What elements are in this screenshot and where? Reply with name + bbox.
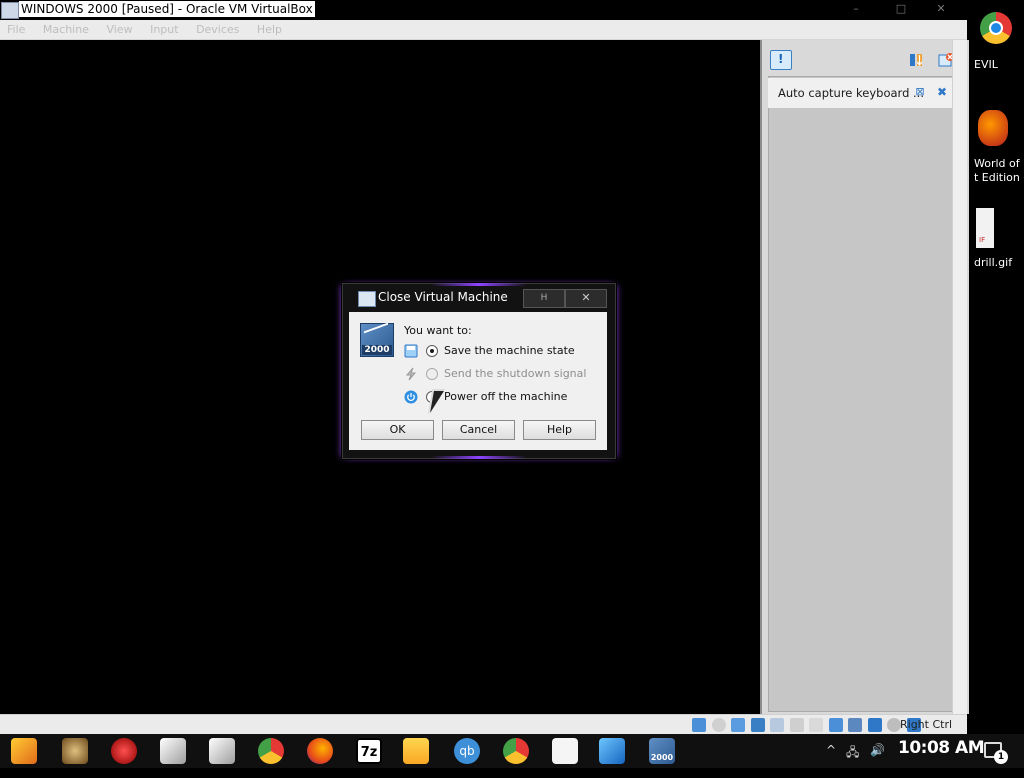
close-icon[interactable]: ✖ xyxy=(936,86,948,98)
maximize-button[interactable]: □ xyxy=(891,2,911,16)
start-menu-icon[interactable] xyxy=(11,738,37,764)
game-icon[interactable] xyxy=(978,110,1008,146)
firefox-icon[interactable] xyxy=(307,738,333,764)
menu-machine[interactable]: Machine xyxy=(36,20,96,39)
app-icon[interactable] xyxy=(111,738,137,764)
system-clock[interactable]: 10:08 AM xyxy=(898,738,985,758)
hard-disk-icon[interactable] xyxy=(692,718,706,732)
menu-bar: File Machine View Input Devices Help xyxy=(0,20,967,40)
chrome-icon[interactable] xyxy=(980,12,1012,44)
volume-icon[interactable]: 🔊 xyxy=(870,743,885,757)
dialog-prompt: You want to: xyxy=(404,324,472,337)
virtualbox-icon[interactable] xyxy=(599,738,625,764)
vm-window-icon[interactable]: 2000 xyxy=(649,738,675,764)
desktop-label-edition[interactable]: t Edition xyxy=(974,171,1020,184)
close-vm-dialog: Close Virtual Machine H ✕ 2000 You want … xyxy=(342,283,616,459)
app-icon[interactable] xyxy=(62,738,88,764)
close-window-button[interactable]: ✕ xyxy=(931,2,951,16)
acpi-shutdown-icon xyxy=(405,367,417,381)
dialog-glow xyxy=(431,456,527,459)
audio-icon[interactable] xyxy=(731,718,745,732)
mouse-integration-icon[interactable] xyxy=(887,718,901,732)
notification-message: Auto capture keyboard ... xyxy=(778,86,924,100)
chrome-icon[interactable] xyxy=(503,738,529,764)
help-button[interactable]: Help xyxy=(523,420,596,440)
save-state-label[interactable]: Save the machine state xyxy=(444,344,575,357)
menu-input[interactable]: Input xyxy=(143,20,185,39)
usb-icon[interactable] xyxy=(770,718,784,732)
file-explorer-icon[interactable] xyxy=(403,738,429,764)
dialog-body: 2000 You want to: Save the machine state… xyxy=(349,312,607,450)
info-icon[interactable] xyxy=(770,50,792,70)
virtualbox-icon xyxy=(1,2,19,19)
save-state-icon xyxy=(404,344,418,358)
tray-overflow-icon[interactable]: ^ xyxy=(826,743,836,757)
desktop-label-evil[interactable]: EVIL xyxy=(974,58,998,71)
gif-file-icon[interactable] xyxy=(976,208,994,248)
network-icon[interactable] xyxy=(750,718,765,732)
power-off-label[interactable]: Power off the machine xyxy=(444,390,567,403)
vm-os-label: 2000 xyxy=(362,345,392,355)
window-titlebar[interactable]: WINDOWS 2000 [Paused] - Oracle VM Virtua… xyxy=(0,0,972,20)
app-icon[interactable] xyxy=(552,738,578,764)
save-state-radio[interactable] xyxy=(426,345,438,357)
window-title: WINDOWS 2000 [Paused] - Oracle VM Virtua… xyxy=(19,1,315,17)
network-icon[interactable]: 🖧 xyxy=(846,743,859,764)
desktop-label-world[interactable]: World of xyxy=(974,157,1020,170)
notification-item[interactable]: Auto capture keyboard ... ⊠ ✖ xyxy=(768,78,958,108)
status-indicators xyxy=(692,718,923,732)
host-key-label: Right Ctrl xyxy=(900,718,953,731)
app-icon[interactable] xyxy=(160,738,186,764)
minimize-button[interactable]: – xyxy=(846,2,866,16)
dialog-context-help-button[interactable]: H xyxy=(523,289,565,308)
menu-file[interactable]: File xyxy=(0,20,32,39)
app-icon[interactable] xyxy=(209,738,235,764)
notification-badge: 1 xyxy=(994,750,1008,764)
dialog-glow xyxy=(431,283,527,286)
optical-drive-icon[interactable] xyxy=(711,718,726,732)
chrome-icon[interactable] xyxy=(258,738,284,764)
power-off-icon xyxy=(404,390,418,404)
mute-icon[interactable]: ⊠ xyxy=(914,86,926,98)
qbittorrent-icon[interactable]: qb xyxy=(454,738,480,764)
virtualbox-icon xyxy=(358,291,376,307)
desktop-label-drill[interactable]: drill.gif xyxy=(974,256,1012,269)
virtualization-icon[interactable] xyxy=(867,718,882,732)
desktop: EVIL World of t Edition drill.gif xyxy=(972,0,1024,734)
7zip-icon[interactable]: 7z xyxy=(356,738,382,764)
dialog-title: Close Virtual Machine xyxy=(378,290,508,304)
status-bar: Right Ctrl xyxy=(0,714,967,735)
dialog-close-button[interactable]: ✕ xyxy=(565,289,607,308)
shutdown-signal-radio xyxy=(426,368,438,380)
shutdown-signal-label: Send the shutdown signal xyxy=(444,367,587,380)
cancel-button[interactable]: Cancel xyxy=(442,420,515,440)
vm-os-icon: 2000 xyxy=(360,323,394,357)
notification-list xyxy=(768,76,963,712)
menu-devices[interactable]: Devices xyxy=(189,20,246,39)
drag-drop-icon[interactable] xyxy=(809,718,823,732)
shared-folders-icon[interactable] xyxy=(789,718,804,732)
menu-view[interactable]: View xyxy=(99,20,139,39)
sort-icon[interactable] xyxy=(908,52,924,68)
display-icon[interactable] xyxy=(828,718,843,732)
recording-icon[interactable] xyxy=(848,718,862,732)
menu-help[interactable]: Help xyxy=(250,20,289,39)
ok-button[interactable]: OK xyxy=(361,420,434,440)
notification-center: Auto capture keyboard ... ⊠ ✖ xyxy=(760,40,969,714)
vertical-scrollbar[interactable] xyxy=(952,40,967,714)
notification-center-header xyxy=(768,48,964,76)
taskbar: 7z qb 2000 ^ 🖧 🔊 10:08 AM 1 xyxy=(0,734,1024,768)
